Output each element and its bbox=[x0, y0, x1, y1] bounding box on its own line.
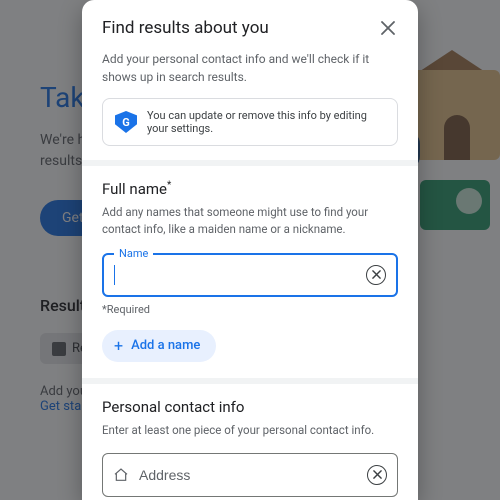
name-input[interactable] bbox=[115, 267, 366, 283]
add-name-button[interactable]: + Add a name bbox=[102, 330, 216, 362]
clear-name-button[interactable] bbox=[366, 265, 386, 285]
shield-icon: G bbox=[115, 111, 137, 133]
full-name-desc: Add any names that someone might use to … bbox=[102, 204, 398, 239]
x-icon bbox=[373, 470, 382, 479]
dialog-description: Add your personal contact info and we'll… bbox=[82, 50, 418, 98]
dialog-title: Find results about you bbox=[102, 18, 269, 38]
notice-text: You can update or remove this info by ed… bbox=[147, 109, 385, 135]
full-name-section: Full name* Add any names that someone mi… bbox=[82, 166, 418, 378]
required-helper: *Required bbox=[102, 303, 398, 316]
close-icon bbox=[381, 21, 395, 35]
add-name-label: Add a name bbox=[131, 338, 200, 353]
contact-info-section: Personal contact info Enter at least one… bbox=[82, 384, 418, 500]
contact-title: Personal contact info bbox=[102, 398, 398, 416]
clear-address-button[interactable] bbox=[367, 465, 387, 485]
home-icon bbox=[113, 467, 129, 483]
full-name-title: Full name* bbox=[102, 180, 398, 198]
plus-icon: + bbox=[114, 338, 123, 354]
find-results-dialog: Find results about you Add your personal… bbox=[82, 0, 418, 500]
x-icon bbox=[372, 270, 381, 279]
name-field-label: Name bbox=[114, 247, 153, 260]
close-button[interactable] bbox=[378, 18, 398, 38]
settings-notice: G You can update or remove this info by … bbox=[102, 98, 398, 146]
address-input[interactable] bbox=[139, 467, 367, 483]
contact-desc: Enter at least one piece of your persona… bbox=[102, 422, 398, 439]
name-field[interactable]: Name bbox=[102, 253, 398, 297]
address-field[interactable] bbox=[102, 453, 398, 497]
